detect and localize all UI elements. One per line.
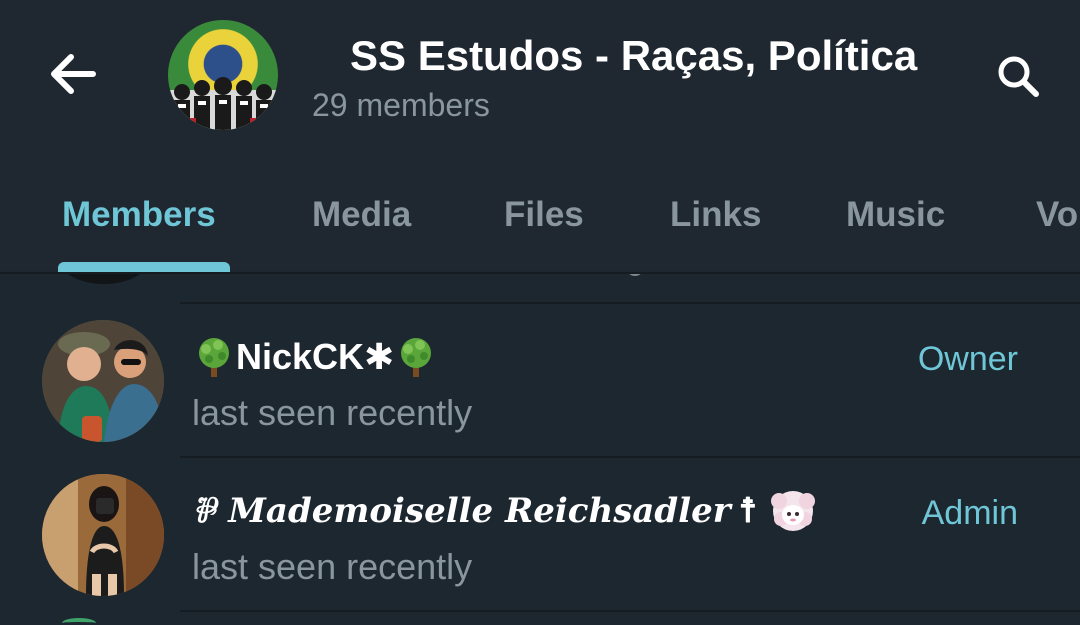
active-tab-indicator — [58, 262, 230, 272]
member-status: last seen recently — [192, 392, 473, 433]
tree-emoji-icon — [199, 338, 229, 377]
members-list[interactable]: NickCK ✱ last seen recently Owner ⅌ Made… — [0, 274, 1080, 625]
search-icon — [998, 56, 1039, 97]
row-divider — [180, 610, 1080, 612]
tab-bar: Members Media Files Links Music Vo — [0, 170, 1080, 272]
tab-members[interactable]: Members — [62, 190, 216, 240]
tab-links[interactable]: Links — [670, 190, 761, 240]
tree-emoji-icon — [401, 338, 432, 377]
back-button[interactable] — [42, 46, 102, 102]
partial-avatar — [56, 274, 152, 284]
tab-media[interactable]: Media — [312, 190, 411, 240]
avatar[interactable] — [42, 320, 164, 442]
member-name-star: ✱ — [364, 336, 395, 377]
member-name-cross: ☨ — [738, 491, 758, 531]
group-avatar-image — [168, 77, 278, 130]
tab-music[interactable]: Music — [846, 190, 945, 240]
search-button[interactable] — [988, 48, 1048, 104]
tab-files[interactable]: Files — [504, 190, 584, 240]
member-name: ⅌ Mademoiselle Reichsadler ☨ — [192, 486, 819, 536]
title-fade — [930, 28, 960, 84]
member-name-prefix: ⅌ — [192, 491, 215, 531]
avatar-image — [42, 474, 164, 596]
group-title[interactable]: SS Estudos - Raças, Política — [350, 28, 950, 84]
member-role-badge: Owner — [917, 340, 1018, 378]
partial-avatar-next — [62, 618, 96, 625]
tab-voice[interactable]: Vo — [1036, 190, 1078, 240]
member-row-admin[interactable]: ⅌ Mademoiselle Reichsadler ☨ last seen r… — [0, 458, 1080, 612]
group-info-screen: SS Estudos - Raças, Política 29 members … — [0, 0, 1080, 625]
member-count: 29 members — [312, 87, 490, 123]
partial-text-fragment — [626, 274, 644, 276]
member-status: last seen recently — [192, 546, 473, 587]
member-row-owner[interactable]: NickCK ✱ last seen recently Owner — [0, 304, 1080, 458]
avatar[interactable] — [42, 474, 164, 596]
member-role-badge: Admin — [921, 494, 1018, 532]
sheep-emoji-icon — [771, 491, 816, 531]
member-name: NickCK ✱ — [192, 332, 438, 382]
avatar-image — [42, 320, 164, 442]
arrow-left-icon — [51, 54, 96, 94]
member-name-text: Mademoiselle Reichsadler — [228, 491, 731, 531]
member-name-text: NickCK — [236, 336, 365, 377]
group-avatar[interactable] — [168, 20, 278, 130]
